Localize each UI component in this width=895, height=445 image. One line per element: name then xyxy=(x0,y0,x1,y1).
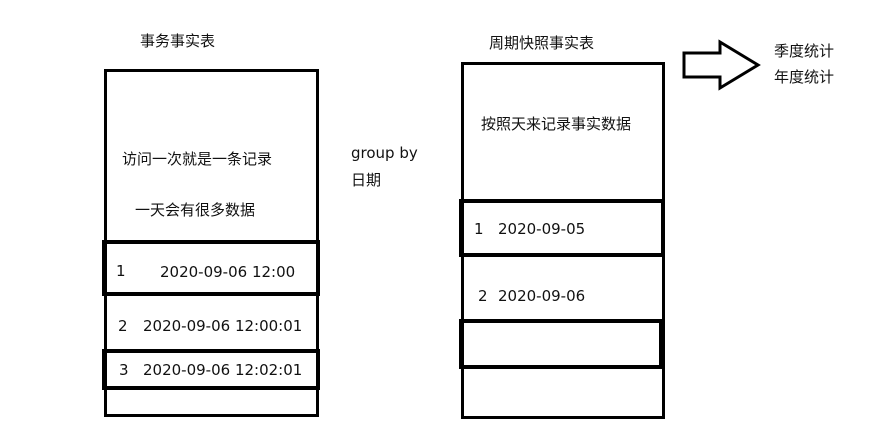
right-row-1-value: 2020-09-05 xyxy=(498,220,586,238)
left-table-title: 事务事实表 xyxy=(140,32,216,50)
left-row-2-value: 2020-09-06 12:00:01 xyxy=(143,317,303,335)
left-table-desc-line1: 访问一次就是一条记录 xyxy=(122,150,273,168)
left-row-2-num: 2 xyxy=(118,317,128,335)
group-by-label: group by xyxy=(351,144,418,162)
right-arrow-icon xyxy=(682,39,761,91)
right-row-3-highlight xyxy=(459,319,663,369)
left-row-1-value: 2020-09-06 12:00 xyxy=(160,263,296,281)
right-row-2-value: 2020-09-06 xyxy=(498,287,586,305)
yearly-stats-label: 年度统计 xyxy=(774,68,835,86)
right-row-1-num: 1 xyxy=(474,220,484,238)
left-row-3-value: 2020-09-06 12:02:01 xyxy=(143,361,303,379)
left-row-3-num: 3 xyxy=(119,361,129,379)
left-table-desc-line2: 一天会有很多数据 xyxy=(135,201,256,219)
right-row-2-num: 2 xyxy=(478,287,488,305)
quarterly-stats-label: 季度统计 xyxy=(774,42,835,60)
right-table-title: 周期快照事实表 xyxy=(489,34,595,52)
left-row-1-num: 1 xyxy=(116,262,126,280)
right-table-desc: 按照天来记录事实数据 xyxy=(481,115,632,133)
group-by-date-label: 日期 xyxy=(351,171,382,189)
